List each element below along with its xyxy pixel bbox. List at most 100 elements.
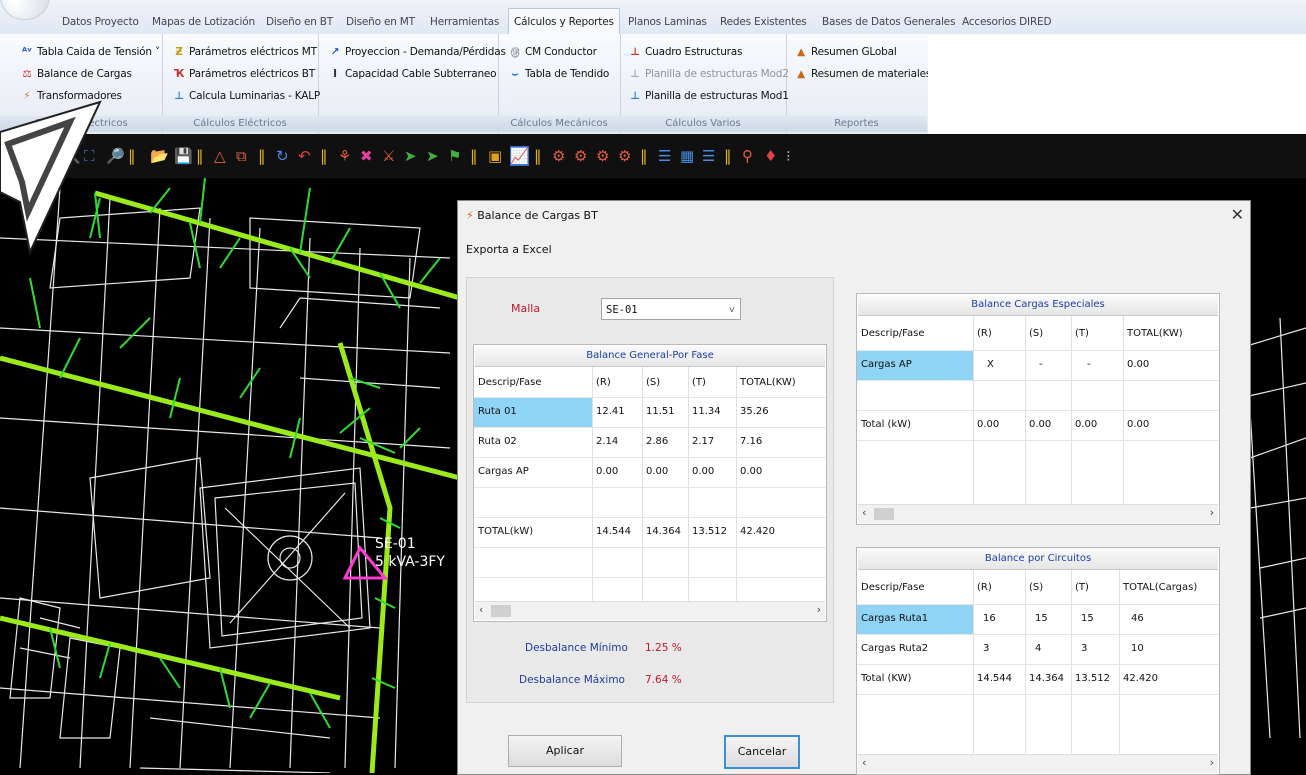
horizontal-scrollbar[interactable]: ‹ › <box>858 754 1218 773</box>
cancel-button[interactable]: Cancelar <box>724 735 800 769</box>
parametros-bt-button[interactable]: Ҡ Parámetros eléctricos BT <box>172 64 315 84</box>
close-icon[interactable]: ✕ <box>1231 205 1244 224</box>
menu-exporta-excel[interactable]: Exporta a Excel <box>466 243 552 256</box>
capacidad-cable-button[interactable]: I Capacidad Cable Subterraneo <box>328 64 496 84</box>
open-icon[interactable]: 📂 <box>150 146 169 166</box>
balance-tool-icon[interactable]: 📈 <box>510 146 529 166</box>
tab-calculos-reportes[interactable]: Cálculos y Reportes <box>508 8 620 35</box>
table-cell[interactable]: - <box>1083 351 1091 379</box>
table-cell[interactable]: 0.00 <box>736 458 762 486</box>
table-cell-selected[interactable]: Cargas Ruta1 <box>857 605 973 634</box>
table-cell[interactable]: Cargas Ruta2 <box>857 635 928 663</box>
split-icon[interactable]: ⚔ <box>382 146 395 166</box>
table-cell[interactable]: 2.86 <box>642 428 668 456</box>
chevron-left-icon[interactable]: ‹ <box>862 506 866 519</box>
table-cell[interactable]: 3 <box>979 635 989 663</box>
tab-redes-existentes[interactable]: Redes Existentes <box>720 12 807 32</box>
apply-button[interactable]: Aplicar <box>508 735 622 767</box>
tab-accesorios-dired[interactable]: Accesorios DIRED <box>962 12 1052 32</box>
tabla-tendido-button[interactable]: ⌣ Tabla de Tendido <box>508 64 610 84</box>
table-icon[interactable]: ▦ <box>680 146 694 166</box>
draw-icon[interactable]: △ <box>214 146 226 166</box>
table-cell[interactable]: 35.26 <box>736 398 769 426</box>
tab-herramientas[interactable]: Herramientas <box>430 12 499 32</box>
chevron-right-icon[interactable]: › <box>1210 756 1214 769</box>
table-cell[interactable]: Total (KW) <box>857 665 911 693</box>
table-cell[interactable]: Ruta 02 <box>474 428 517 456</box>
tool-icon[interactable]: ⚑ <box>448 146 461 166</box>
resumen-global-button[interactable]: ▲ Resumen GLobal <box>794 42 897 62</box>
table-cell[interactable]: 10 <box>1127 635 1144 663</box>
table-cell[interactable]: 42.420 <box>1119 665 1158 693</box>
table-cell[interactable]: 16 <box>979 605 996 633</box>
cuadro-estructuras-button[interactable]: ⊥ Cuadro Estructuras <box>628 42 742 62</box>
redo-icon[interactable]: ↻ <box>276 146 289 166</box>
app-menu-button[interactable] <box>0 0 50 20</box>
tab-diseno-mt[interactable]: Diseño en MT <box>346 12 415 32</box>
chevron-right-icon[interactable]: › <box>1210 506 1214 519</box>
table-cell[interactable]: 2.17 <box>688 428 714 456</box>
tabla-caida-tension-button[interactable]: ᴬᵛ Tabla Caida de Tensión ˅ <box>20 42 160 62</box>
cm-conductor-button[interactable]: ௫ CM Conductor <box>508 42 597 62</box>
chevron-right-icon[interactable]: › <box>817 603 821 616</box>
scroll-thumb[interactable] <box>491 605 511 617</box>
table-cell[interactable]: 0.00 <box>1123 351 1149 379</box>
table-cell[interactable]: 2.14 <box>592 428 618 456</box>
tab-planos-laminas[interactable]: Planos Laminas <box>628 12 707 32</box>
arrow-icon[interactable]: ➤ <box>404 146 417 166</box>
delete-icon[interactable]: ✖ <box>360 146 373 166</box>
table-cell[interactable]: 15 <box>1077 605 1094 633</box>
table-cell[interactable]: 12.41 <box>592 398 625 426</box>
table-cell[interactable]: 3 <box>1077 635 1087 663</box>
table-cell[interactable]: 11.34 <box>688 398 721 426</box>
save-icon[interactable]: 💾 <box>174 146 193 166</box>
undo-icon[interactable]: ↶ <box>298 146 311 166</box>
table-cell[interactable]: 11.51 <box>642 398 675 426</box>
table-cell[interactable]: 4 <box>1031 635 1041 663</box>
pole-icon[interactable]: ⚘ <box>338 146 351 166</box>
table-cell[interactable]: Cargas AP <box>474 458 529 486</box>
node-icon[interactable]: ⚙ <box>618 146 631 166</box>
copy-icon[interactable]: ⧉ <box>236 146 247 166</box>
overflow-icon[interactable]: ⁝ <box>786 146 791 166</box>
horizontal-scrollbar[interactable]: ‹ › <box>475 601 825 620</box>
planilla-mod2-button[interactable]: ⊥ Planilla de estructuras Mod2 <box>628 64 789 84</box>
table-cell[interactable]: 13.512 <box>688 518 727 546</box>
list-icon[interactable]: ☰ <box>702 146 715 166</box>
table-cell-selected[interactable]: Cargas AP <box>857 351 973 380</box>
table-cell[interactable]: 7.16 <box>736 428 762 456</box>
table-cell[interactable]: - <box>1035 351 1043 379</box>
table-cell[interactable]: TOTAL(kW) <box>474 518 533 546</box>
arrow-icon[interactable]: ➤ <box>426 146 439 166</box>
report-icon[interactable]: ☰ <box>658 146 671 166</box>
node-icon[interactable]: ⚙ <box>574 146 587 166</box>
marker-icon[interactable]: ♦ <box>764 146 777 166</box>
table-cell[interactable]: Total (kW) <box>857 411 911 439</box>
tab-bases-datos[interactable]: Bases de Datos Generales <box>822 12 955 32</box>
tab-mapas-lotizacion[interactable]: Mapas de Lotización <box>152 12 255 32</box>
table-cell[interactable]: 0.00 <box>688 458 714 486</box>
tab-diseno-bt[interactable]: Diseño en BT <box>266 12 333 32</box>
table-cell[interactable]: 14.364 <box>642 518 681 546</box>
table-cell[interactable]: 14.544 <box>592 518 631 546</box>
table-cell[interactable]: 0.00 <box>973 411 999 439</box>
table-cell[interactable]: 14.544 <box>973 665 1012 693</box>
chevron-left-icon[interactable]: ‹ <box>479 603 483 616</box>
table-cell[interactable]: 46 <box>1127 605 1144 633</box>
table-cell[interactable]: X <box>983 351 994 379</box>
balance-cargas-button[interactable]: ⚖ Balance de Cargas <box>20 64 132 84</box>
node-icon[interactable]: ⚙ <box>552 146 565 166</box>
horizontal-scrollbar[interactable]: ‹ › <box>858 504 1218 523</box>
parametros-mt-button[interactable]: Ƶ Parámetros eléctricos MT <box>172 42 317 62</box>
table-cell[interactable]: 0.00 <box>1071 411 1097 439</box>
table-cell-selected[interactable]: Ruta 01 <box>474 398 592 427</box>
table-cell[interactable]: 0.00 <box>592 458 618 486</box>
node-icon[interactable]: ⚙ <box>596 146 609 166</box>
table-cell[interactable]: 0.00 <box>1123 411 1149 439</box>
table-cell[interactable]: 14.364 <box>1025 665 1064 693</box>
tab-datos-proyecto[interactable]: Datos Proyecto <box>62 12 139 32</box>
table-cell[interactable]: 15 <box>1031 605 1048 633</box>
proyeccion-demanda-button[interactable]: ↗ Proyeccion - Demanda/Pérdidas <box>328 42 506 62</box>
resumen-materiales-button[interactable]: ▲ Resumen de materiales <box>794 64 931 84</box>
table-cell[interactable]: 42.420 <box>736 518 775 546</box>
